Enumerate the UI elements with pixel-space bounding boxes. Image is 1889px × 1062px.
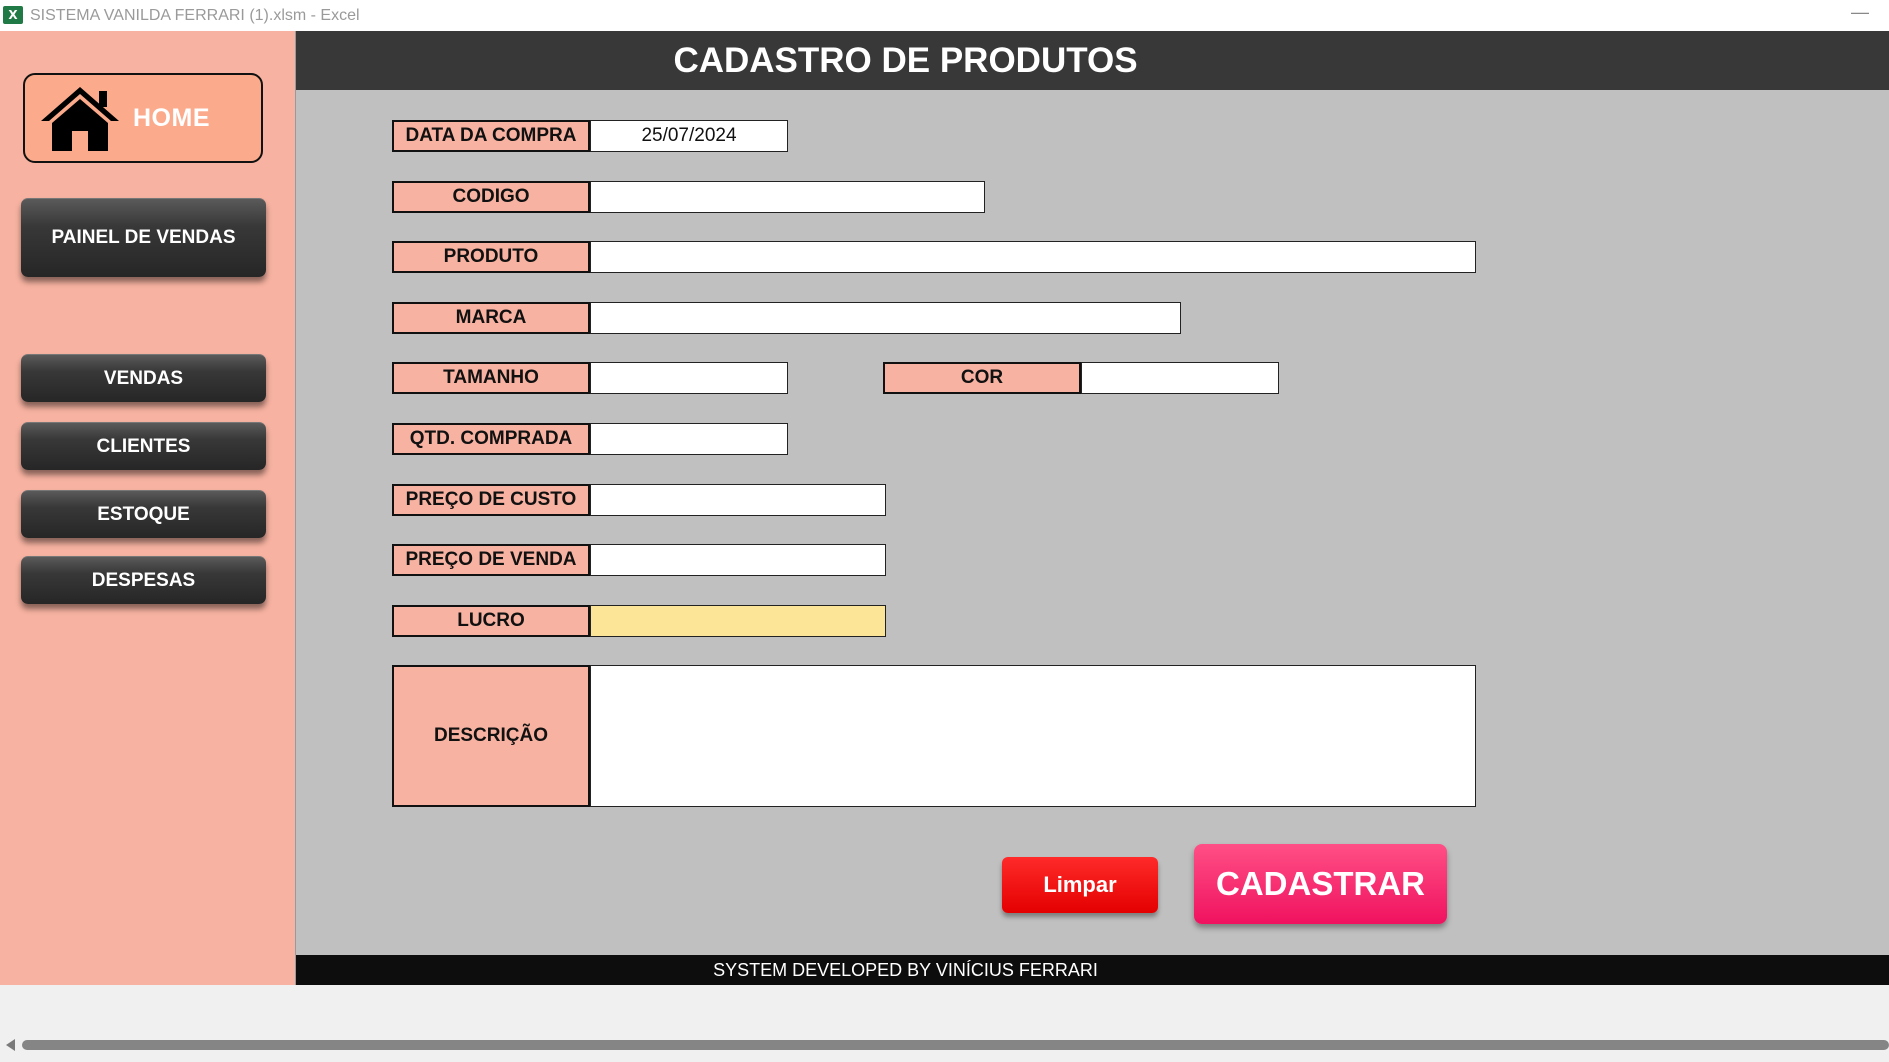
estoque-button[interactable]: ESTOQUE [21,490,266,538]
vendas-button[interactable]: VENDAS [21,354,266,402]
page-title: CADASTRO DE PRODUTOS [673,40,1138,80]
footer-bar: SYSTEM DEVELOPED BY VINÍCIUS FERRARI [296,955,1889,985]
marca-field[interactable] [590,302,1181,334]
clientes-button[interactable]: CLIENTES [21,422,266,470]
marca-label: MARCA [392,302,590,334]
limpar-button[interactable]: Limpar [1002,857,1158,913]
page-header: CADASTRO DE PRODUTOS [296,31,1889,90]
produto-field[interactable] [590,241,1476,273]
descricao-label: DESCRIÇÃO [392,665,590,807]
tamanho-label: TAMANHO [392,362,590,394]
sidebar: HOME PAINEL DE VENDAS VENDAS CLIENTES ES… [0,31,296,985]
minimize-button[interactable]: — [1851,2,1869,23]
qtd-comprada-field[interactable] [590,423,788,455]
data-compra-field[interactable]: 25/07/2024 [590,120,788,152]
tamanho-field[interactable] [590,362,788,394]
footer-credit: SYSTEM DEVELOPED BY VINÍCIUS FERRARI [713,959,1098,980]
cadastrar-button[interactable]: CADASTRAR [1194,844,1447,924]
despesas-button[interactable]: DESPESAS [21,556,266,604]
preco-venda-field[interactable] [590,544,886,576]
sheet-bottom-area [0,985,1889,1062]
produto-label: PRODUTO [392,241,590,273]
preco-custo-field[interactable] [590,484,886,516]
window-title: SISTEMA VANILDA FERRARI (1).xlsm - Excel [30,7,360,24]
preco-venda-label: PREÇO DE VENDA [392,544,590,576]
scroll-left-arrow-icon[interactable] [6,1039,15,1051]
lucro-field [590,605,886,637]
lucro-label: LUCRO [392,605,590,637]
preco-custo-label: PREÇO DE CUSTO [392,484,590,516]
painel-de-vendas-button[interactable]: PAINEL DE VENDAS [21,198,266,277]
qtd-comprada-label: QTD. COMPRADA [392,423,590,455]
codigo-field[interactable] [590,181,985,213]
descricao-field[interactable] [590,665,1476,807]
home-icon [41,87,119,151]
home-label: HOME [133,103,210,132]
cor-field[interactable] [1081,362,1279,394]
horizontal-scrollbar[interactable] [22,1040,1889,1050]
cor-label: COR [883,362,1081,394]
window-titlebar: X SISTEMA VANILDA FERRARI (1).xlsm - Exc… [0,0,1889,31]
home-button[interactable]: HOME [23,73,263,163]
main-form-area: CADASTRO DE PRODUTOS DATA DA COMPRA 25/0… [296,31,1889,985]
codigo-label: CODIGO [392,181,590,213]
data-compra-label: DATA DA COMPRA [392,120,590,152]
excel-icon: X [3,6,23,24]
